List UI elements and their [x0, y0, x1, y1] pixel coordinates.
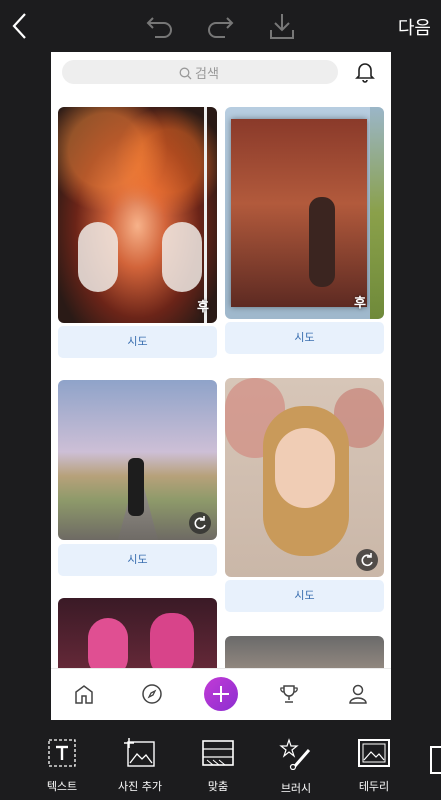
tool-fit[interactable]: 맞춤 — [183, 738, 253, 794]
after-badge: 후 — [197, 300, 209, 315]
search-icon — [179, 65, 192, 84]
text-icon — [47, 739, 77, 772]
next-button[interactable]: 다음 — [398, 14, 431, 40]
profile-icon[interactable] — [347, 683, 369, 709]
tool-label: 사진 추가 — [118, 780, 162, 793]
replay-icon[interactable] — [189, 512, 211, 534]
try-button[interactable]: 시도 — [58, 326, 217, 358]
brush-icon — [279, 738, 313, 774]
trophy-icon[interactable] — [278, 683, 300, 709]
tool-border[interactable]: 테두리 — [339, 738, 409, 794]
feed-card-image[interactable] — [58, 598, 217, 678]
home-icon[interactable] — [73, 683, 95, 709]
preview-canvas[interactable]: 검색 후 시도 후 시도 시도 시도 — [51, 52, 391, 720]
back-chevron-icon[interactable] — [10, 12, 30, 44]
tool-label: 텍스트 — [46, 780, 78, 793]
bottom-nav — [51, 668, 391, 720]
bell-icon[interactable] — [355, 61, 375, 87]
try-button[interactable]: 시도 — [225, 580, 384, 612]
download-icon[interactable] — [269, 12, 295, 44]
tool-brush[interactable]: 브러시 — [261, 738, 331, 796]
plus-icon[interactable] — [204, 677, 238, 711]
tool-label: 브러시 — [280, 782, 312, 795]
redo-icon[interactable] — [205, 12, 235, 42]
editor-toolbar: 텍스트 사진 추가 맞춤 브러시 테두리 — [0, 720, 441, 800]
undo-icon[interactable] — [145, 12, 175, 42]
top-bar: 다음 — [0, 0, 441, 52]
fit-icon — [201, 740, 235, 772]
try-button[interactable]: 시도 — [58, 544, 217, 576]
tool-partial-right[interactable] — [430, 746, 441, 774]
search-placeholder: 검색 — [195, 67, 219, 82]
tool-add-photo[interactable]: 사진 추가 — [105, 738, 175, 794]
compass-icon[interactable] — [141, 683, 163, 709]
tool-label: 맞춤 — [207, 780, 229, 793]
border-icon — [357, 739, 391, 772]
tool-label: 테두리 — [358, 780, 390, 793]
feed-card-image[interactable] — [58, 380, 217, 540]
search-bar[interactable]: 검색 — [62, 60, 338, 84]
after-badge: 후 — [354, 296, 366, 311]
feed-card-image[interactable] — [225, 378, 384, 577]
feed-card-image[interactable]: 후 — [225, 107, 384, 319]
feed-card-image[interactable]: 후 — [58, 107, 217, 323]
add-photo-icon — [124, 738, 156, 772]
replay-icon[interactable] — [356, 549, 378, 571]
tool-text[interactable]: 텍스트 — [27, 738, 97, 794]
try-button[interactable]: 시도 — [225, 322, 384, 354]
